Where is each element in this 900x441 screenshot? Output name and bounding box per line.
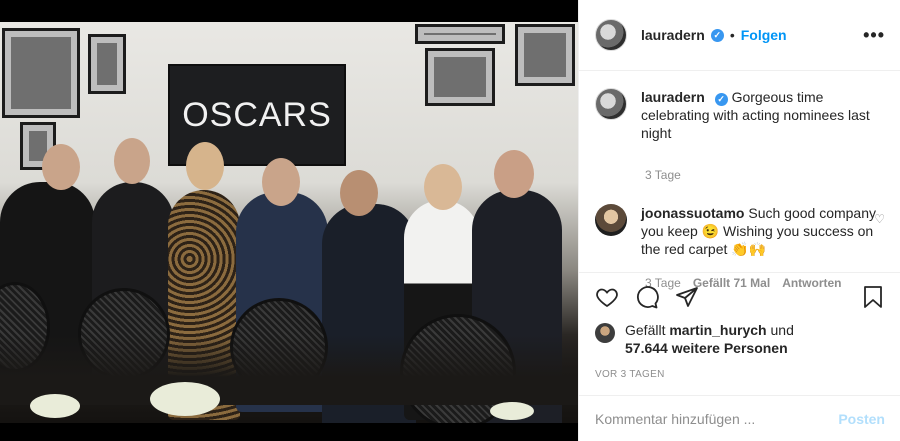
flower-arrangement	[30, 394, 80, 418]
photo-letterbox-top	[0, 0, 578, 22]
follow-button[interactable]: Folgen	[741, 27, 787, 43]
oscars-logo-text: OSCARS	[182, 95, 332, 134]
comment-bubble-icon[interactable]	[635, 285, 659, 309]
post-header: lauradern ✓ • Folgen •••	[579, 0, 900, 71]
verified-badge-icon: ✓	[714, 92, 728, 106]
post-photo[interactable]: OSCARS	[0, 0, 578, 441]
add-comment-bar: Kommentar hinzufügen ... Posten	[579, 397, 900, 441]
comment-item: joonassuotamo Such good company you keep…	[595, 204, 885, 258]
more-options-icon[interactable]: •••	[863, 25, 885, 46]
flower-arrangement	[490, 402, 534, 420]
likes-count[interactable]: 57.644 weitere Personen	[625, 340, 788, 356]
comment-body: joonassuotamo Such good company you keep…	[641, 204, 881, 258]
person-head	[114, 138, 150, 184]
wall-frame	[2, 28, 80, 118]
verified-badge-icon: ✓	[710, 28, 724, 42]
wall-frame	[88, 34, 126, 94]
dinner-table	[0, 335, 578, 405]
bookmark-icon[interactable]	[861, 285, 885, 309]
flower-arrangement	[150, 382, 220, 416]
likes-text: Gefällt martin_hurych und 57.644 weitere…	[625, 321, 794, 357]
separator-dot: •	[729, 27, 735, 43]
likes-prefix: Gefällt	[625, 322, 666, 338]
person-head	[262, 158, 300, 206]
caption-username[interactable]: lauradern	[641, 89, 705, 105]
wall-frame	[515, 24, 575, 86]
share-paper-plane-icon[interactable]	[675, 285, 699, 309]
photo-scene: OSCARS	[0, 22, 578, 434]
caption-time[interactable]: 3 Tage	[645, 168, 681, 182]
person-head	[42, 144, 80, 190]
person-head	[340, 170, 378, 216]
liked-by-username[interactable]: martin_hurych	[669, 322, 766, 338]
post-side-panel: lauradern ✓ • Folgen ••• lauradern ✓ Gor…	[578, 0, 900, 441]
comment-input[interactable]: Kommentar hinzufügen ...	[595, 411, 838, 427]
post-timestamp[interactable]: VOR 3 TAGEN	[595, 369, 665, 380]
photo-letterbox-bottom	[0, 423, 578, 441]
avatar[interactable]	[595, 19, 627, 51]
wall-frame	[415, 24, 505, 44]
instagram-post: OSCARS lauradern ✓ • Folgen ••• laurader…	[0, 0, 900, 441]
caption-meta: 3 Tage	[645, 168, 885, 182]
caption-avatar[interactable]	[595, 88, 627, 120]
action-icons	[595, 285, 699, 309]
like-heart-icon[interactable]	[595, 285, 619, 309]
person-head	[186, 142, 224, 190]
post-comment-button[interactable]: Posten	[838, 411, 885, 427]
comment-avatar[interactable]	[595, 204, 627, 236]
header-username[interactable]: lauradern	[641, 27, 705, 43]
post-actions: Gefällt martin_hurych und 57.644 weitere…	[579, 272, 900, 396]
person-head	[494, 150, 534, 198]
comments-section: lauradern ✓ Gorgeous time celebrating wi…	[579, 72, 900, 290]
comment-username[interactable]: joonassuotamo	[641, 205, 744, 221]
caption: lauradern ✓ Gorgeous time celebrating wi…	[595, 88, 885, 142]
likes-and: und	[770, 322, 794, 338]
liker-avatar[interactable]	[595, 323, 615, 343]
likes-summary: Gefällt martin_hurych und 57.644 weitere…	[595, 321, 794, 357]
wall-frame	[425, 48, 495, 106]
person-head	[424, 164, 462, 210]
caption-body: lauradern ✓ Gorgeous time celebrating wi…	[641, 88, 881, 142]
comment-like-heart-icon[interactable]: ♡	[874, 212, 885, 226]
